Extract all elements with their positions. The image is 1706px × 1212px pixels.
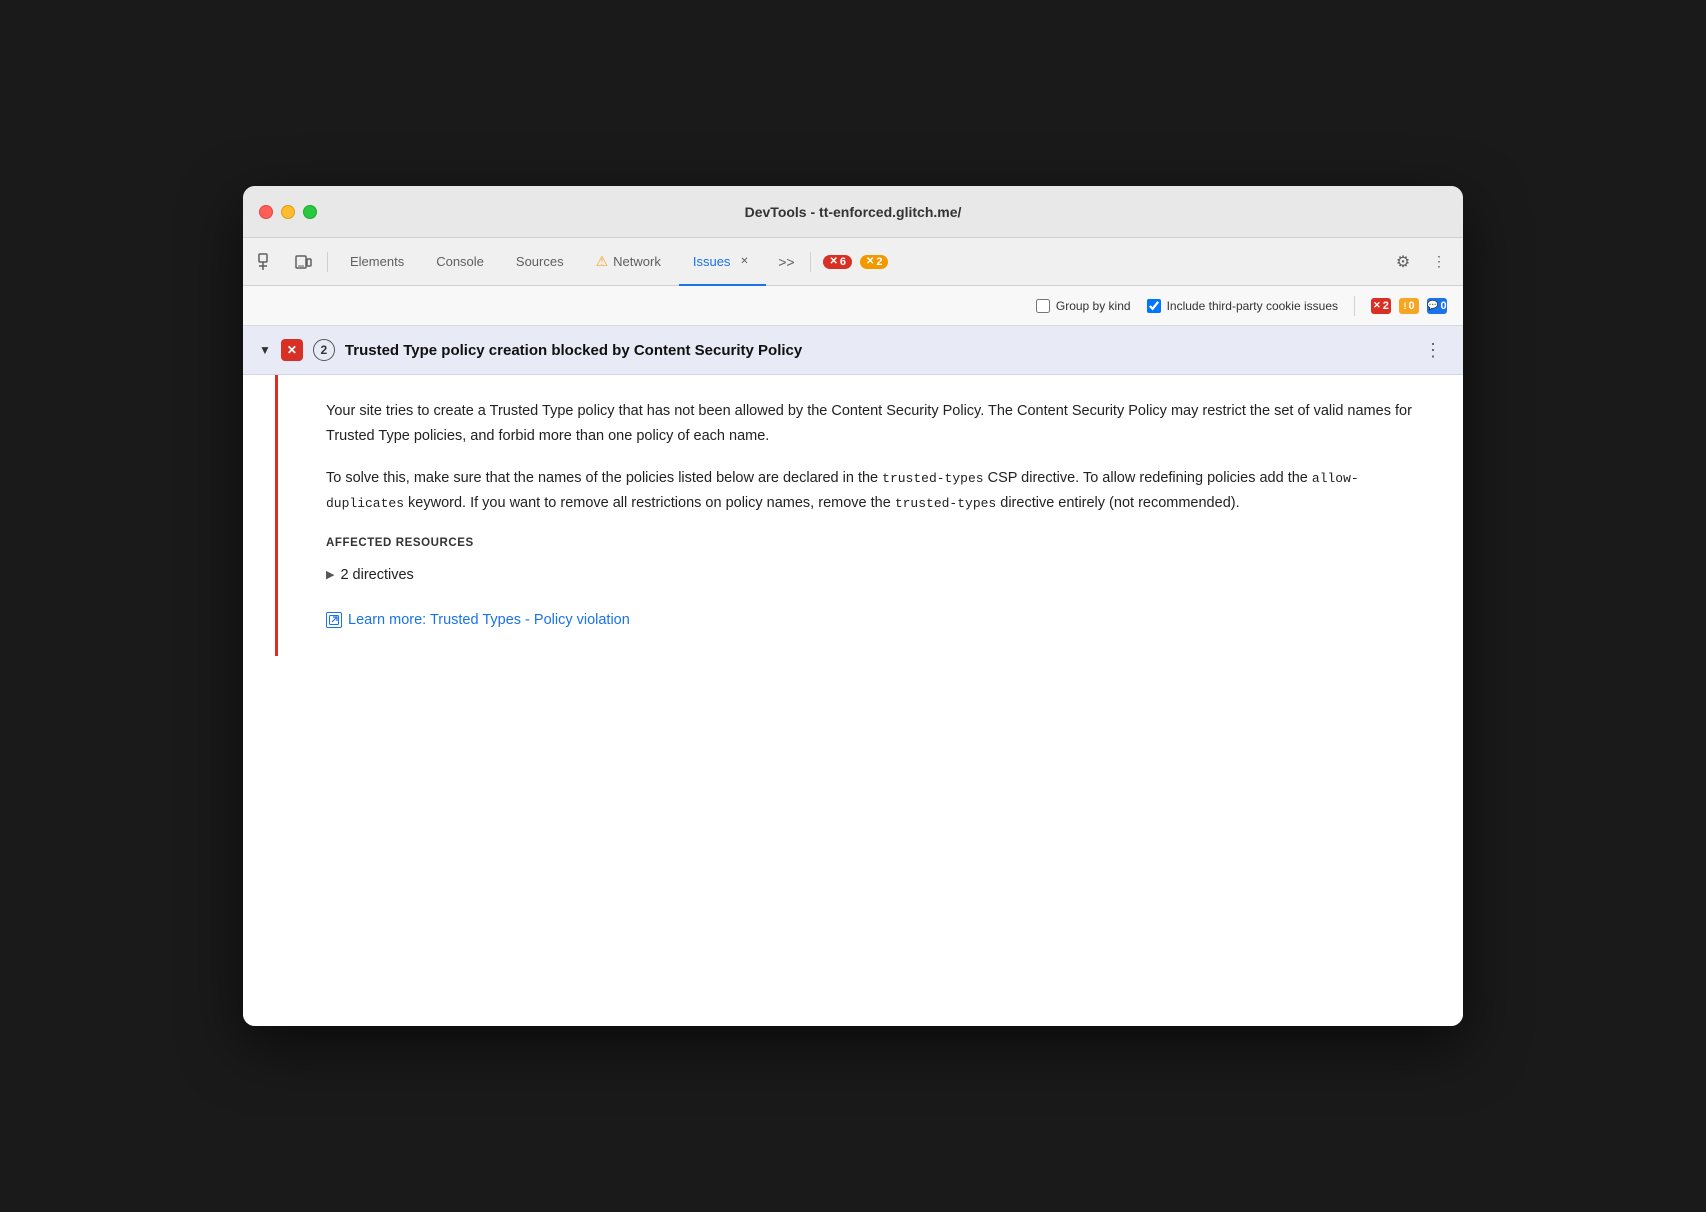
issues-toolbar-divider — [1354, 296, 1355, 316]
toolbar-divider-1 — [327, 252, 328, 272]
minimize-button[interactable] — [281, 205, 295, 219]
external-link-icon — [326, 612, 342, 628]
issue-count-circle: 2 — [313, 339, 335, 361]
titlebar: DevTools - tt-enforced.glitch.me/ — [243, 186, 1463, 238]
error-sm-icon: ✕ — [1373, 300, 1381, 311]
close-button[interactable] — [259, 205, 273, 219]
error-x-icon: ✕ — [287, 343, 297, 357]
warning-count-sm-badge: ! 0 — [1399, 298, 1419, 314]
code-trusted-types-1: trusted-types — [882, 471, 983, 486]
network-warning-icon: ⚠ — [596, 253, 609, 270]
window-title: DevTools - tt-enforced.glitch.me/ — [745, 204, 962, 220]
settings-button[interactable]: ⚙ — [1387, 246, 1419, 278]
issue-expand-arrow[interactable]: ▼ — [259, 343, 271, 357]
inspect-icon — [258, 253, 276, 271]
issue-description-2: To solve this, make sure that the names … — [326, 466, 1431, 515]
warning-count-item: ! 0 — [1399, 298, 1419, 314]
tab-issues[interactable]: Issues ✕ — [679, 238, 767, 286]
issue-body: Your site tries to create a Trusted Type… — [275, 375, 1463, 656]
gear-icon: ⚙ — [1396, 252, 1410, 272]
issue-title: Trusted Type policy creation blocked by … — [345, 342, 1409, 359]
error-icon-small: ✕ — [829, 256, 837, 267]
learn-more-link[interactable]: Learn more: Trusted Types - Policy viola… — [326, 608, 1431, 633]
traffic-lights — [259, 205, 317, 219]
issue-more-button[interactable]: ⋮ — [1419, 336, 1447, 364]
info-count-item: 💬 0 — [1427, 298, 1447, 314]
error-count-badge: ✕ 6 — [823, 255, 852, 269]
issues-tab-close-icon[interactable]: ✕ — [736, 254, 752, 270]
group-by-kind-label[interactable]: Group by kind — [1036, 299, 1131, 313]
tab-network[interactable]: ⚠ Network — [582, 238, 675, 286]
inspect-element-button[interactable] — [251, 246, 283, 278]
affected-resources-label: AFFECTED RESOURCES — [326, 534, 1431, 554]
directives-label: 2 directives — [340, 563, 413, 588]
error-count-item: ✕ 2 — [1371, 298, 1391, 314]
devtools-toolbar: Elements Console Sources ⚠ Network Issue… — [243, 238, 1463, 286]
tab-console[interactable]: Console — [422, 238, 498, 286]
tab-elements[interactable]: Elements — [336, 238, 418, 286]
device-mode-icon — [294, 253, 312, 271]
more-tabs-button[interactable]: >> — [770, 246, 802, 278]
issues-content-area: ▼ ✕ 2 Trusted Type policy creation block… — [243, 326, 1463, 1026]
maximize-button[interactable] — [303, 205, 317, 219]
code-trusted-types-2: trusted-types — [895, 496, 996, 511]
issue-description-1: Your site tries to create a Trusted Type… — [326, 399, 1431, 448]
issues-count-row: ✕ 2 ! 0 💬 0 — [1371, 298, 1447, 314]
include-third-party-checkbox[interactable] — [1147, 299, 1161, 313]
more-options-icon: ⋮ — [1432, 253, 1446, 270]
info-count-sm-badge: 💬 0 — [1427, 298, 1447, 314]
directives-row[interactable]: ▶ 2 directives — [326, 563, 1431, 588]
tab-sources[interactable]: Sources — [502, 238, 578, 286]
group-by-kind-checkbox[interactable] — [1036, 299, 1050, 313]
issue-header[interactable]: ▼ ✕ 2 Trusted Type policy creation block… — [243, 326, 1463, 375]
devtools-window: DevTools - tt-enforced.glitch.me/ Elemen… — [243, 186, 1463, 1026]
warning-count-badge: ✕ 2 — [860, 255, 889, 269]
issue-error-badge: ✕ — [281, 339, 303, 361]
warning-icon-small: ✕ — [866, 256, 874, 267]
include-third-party-label[interactable]: Include third-party cookie issues — [1147, 299, 1338, 313]
device-mode-button[interactable] — [287, 246, 319, 278]
warning-sm-icon: ! — [1403, 301, 1406, 311]
info-sm-icon: 💬 — [1427, 300, 1438, 311]
more-options-button[interactable]: ⋮ — [1423, 246, 1455, 278]
error-count-sm-badge: ✕ 2 — [1371, 298, 1391, 314]
issues-toolbar: Group by kind Include third-party cookie… — [243, 286, 1463, 326]
toolbar-divider-2 — [810, 252, 811, 272]
directives-arrow-icon: ▶ — [326, 566, 334, 585]
